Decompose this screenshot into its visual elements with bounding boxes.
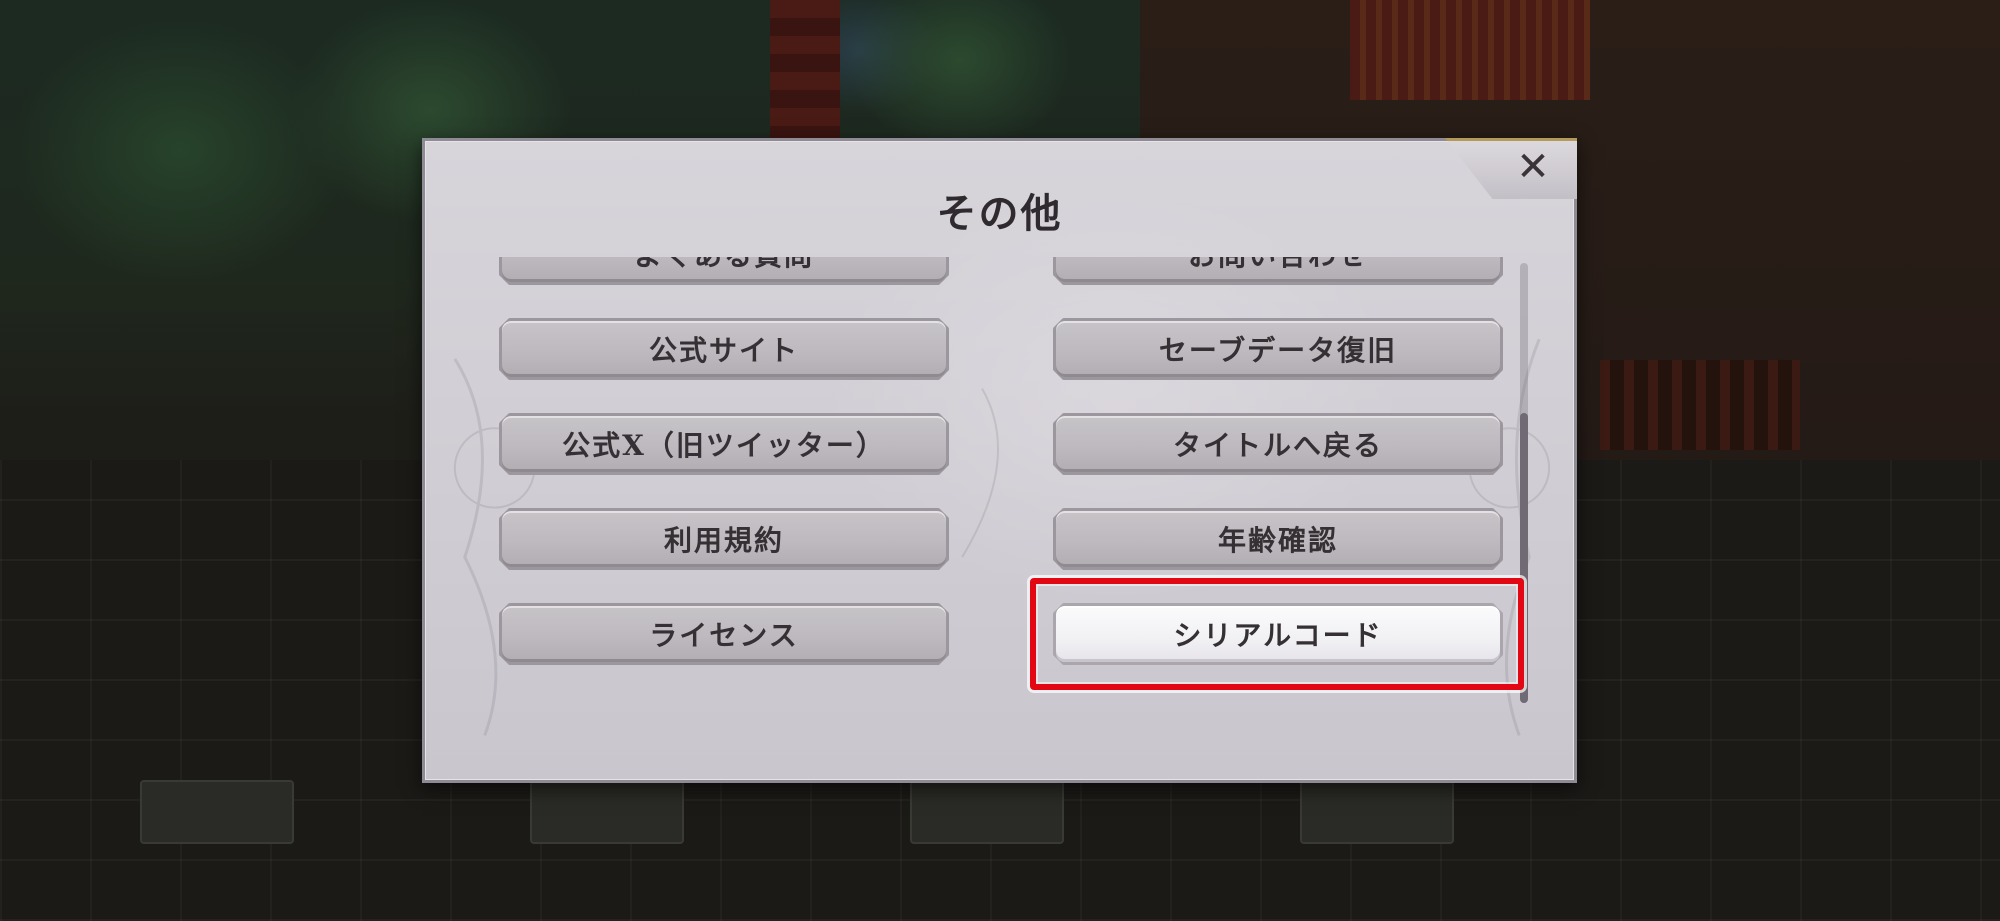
button-label: 公式サイト xyxy=(648,334,799,367)
save-data-recovery-button[interactable]: セーブデータ復旧 xyxy=(1053,318,1503,380)
scrollbar[interactable] xyxy=(1520,263,1528,703)
button-label: ライセンス xyxy=(649,619,799,652)
close-icon[interactable]: ✕ xyxy=(1511,145,1555,189)
background-railing xyxy=(1600,360,1800,450)
dialog-title: その他 xyxy=(936,190,1063,237)
background-planter xyxy=(140,780,294,844)
contact-button[interactable]: お問い合わせ xyxy=(1053,257,1503,285)
button-label: お問い合わせ xyxy=(1188,257,1368,274)
return-to-title-button[interactable]: タイトルへ戻る xyxy=(1053,413,1503,475)
background-lantern-pillar xyxy=(770,0,840,140)
license-button[interactable]: ライセンス xyxy=(499,603,949,665)
background-planter xyxy=(1300,780,1454,844)
faq-button[interactable]: よくある質問 xyxy=(499,257,949,285)
serial-code-button[interactable]: シリアルコード xyxy=(1053,603,1503,665)
menu-list[interactable]: よくある質問 お問い合わせ 公式サイト セーブデータ復旧 公式X（旧ツイッター）… xyxy=(425,257,1575,707)
button-label: よくある質問 xyxy=(634,257,814,274)
button-label: 年齢確認 xyxy=(1217,524,1338,557)
button-label: セーブデータ復旧 xyxy=(1158,334,1398,367)
age-verification-button[interactable]: 年齢確認 xyxy=(1053,508,1503,570)
background-gate xyxy=(1350,0,1590,100)
other-menu-dialog: その他 ✕ よくある質問 お問い合わせ 公式サイト セーブデータ復旧 公式X（旧… xyxy=(422,138,1577,783)
button-label: 利用規約 xyxy=(663,524,784,557)
button-label: シリアルコード xyxy=(1173,619,1383,652)
button-label: 公式X（旧ツイッター） xyxy=(562,429,886,462)
official-x-button[interactable]: 公式X（旧ツイッター） xyxy=(499,413,949,475)
button-label: タイトルへ戻る xyxy=(1172,429,1383,462)
terms-of-use-button[interactable]: 利用規約 xyxy=(499,508,949,570)
background-planter xyxy=(530,780,684,844)
background-planter xyxy=(910,780,1064,844)
scrollbar-thumb[interactable] xyxy=(1520,413,1528,703)
official-site-button[interactable]: 公式サイト xyxy=(499,318,949,380)
